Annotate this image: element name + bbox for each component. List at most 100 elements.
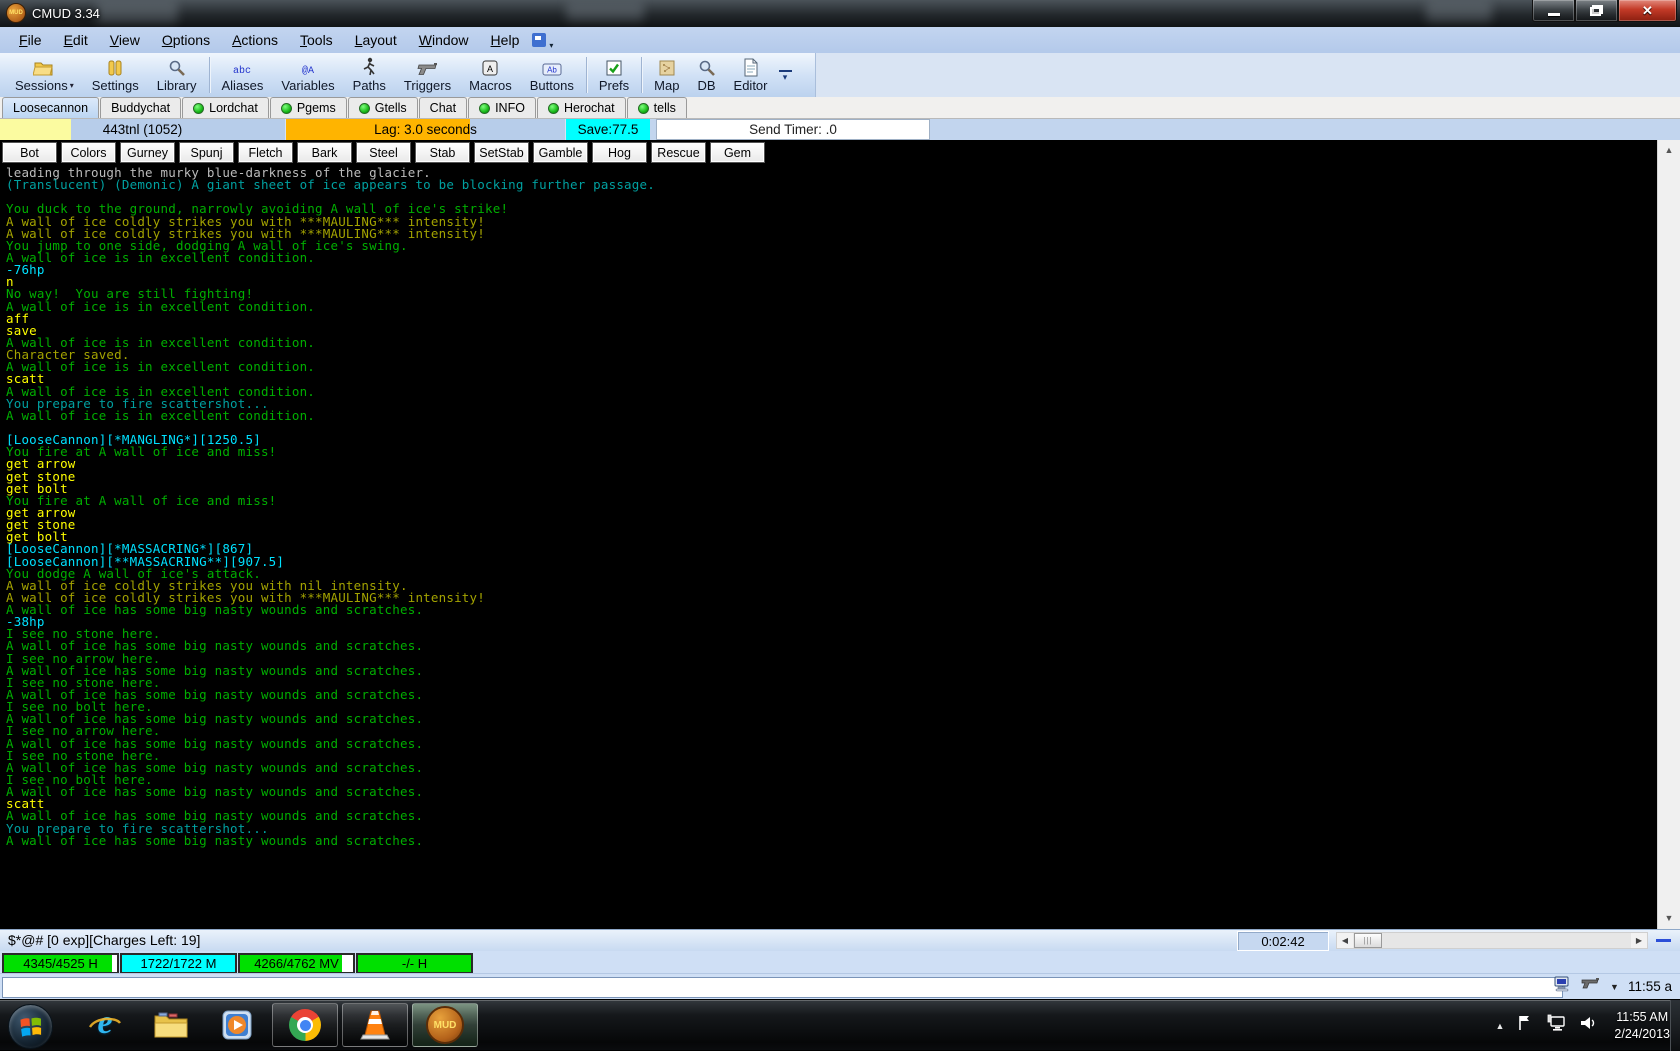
scroll-down-button[interactable]: ▼ bbox=[1658, 910, 1680, 927]
menu-file[interactable]: File bbox=[8, 29, 53, 51]
menu-view[interactable]: View bbox=[99, 29, 151, 51]
toolbar-variables-button[interactable]: @AVariables bbox=[272, 53, 343, 97]
start-button[interactable] bbox=[8, 1004, 53, 1049]
tray-time: 11:55 AM bbox=[1614, 1009, 1670, 1026]
background-window-ghost bbox=[96, 2, 178, 23]
toolbar-db-button[interactable]: DB bbox=[688, 53, 724, 97]
show-desktop-button[interactable] bbox=[1670, 1000, 1680, 1051]
command-input-bar: ▼ 11:55 a bbox=[0, 973, 1680, 999]
sessions-dropdown-icon[interactable]: ▾ bbox=[70, 81, 74, 90]
taskbar-internet-explorer-icon[interactable]: e bbox=[72, 1003, 138, 1047]
macro-button-hog[interactable]: Hog bbox=[592, 142, 647, 163]
toolbar-paths-button[interactable]: Paths bbox=[344, 53, 395, 97]
terminal-line: get stone bbox=[6, 471, 655, 483]
taskbar-chrome-icon[interactable] bbox=[272, 1003, 338, 1047]
macro-button-stab[interactable]: Stab bbox=[415, 142, 470, 163]
macro-button-colors[interactable]: Colors bbox=[61, 142, 116, 163]
macro-button-gem[interactable]: Gem bbox=[710, 142, 765, 163]
command-input[interactable] bbox=[2, 977, 1563, 998]
toolbar-sessions-button[interactable]: Sessions▾ bbox=[6, 53, 83, 97]
toolbar-label: Library bbox=[157, 78, 197, 93]
toolbar-overflow-icon[interactable]: ▾ bbox=[779, 70, 792, 81]
tnl-gauge-text: 443tnl (1052) bbox=[103, 122, 183, 137]
tray-volume-icon[interactable] bbox=[1579, 1014, 1597, 1037]
input-options-dropdown-icon[interactable]: ▼ bbox=[1610, 982, 1619, 992]
toolbar-triggers-button[interactable]: Triggers bbox=[395, 53, 460, 97]
toolbar-macros-button[interactable]: AMacros bbox=[460, 53, 521, 97]
menu-overflow-icon[interactable]: ▾ bbox=[532, 33, 546, 47]
svg-text:Ab: Ab bbox=[547, 65, 557, 74]
tab-activity-dot-icon bbox=[359, 103, 370, 114]
tab-buddychat[interactable]: Buddychat bbox=[100, 97, 181, 118]
toolbar-buttons-button[interactable]: AbButtons bbox=[521, 53, 583, 97]
tab-label: Chat bbox=[430, 101, 456, 115]
title-bar: MUD CMUD 3.34 ✕ bbox=[0, 0, 1680, 28]
tab-herochat[interactable]: Herochat bbox=[537, 97, 626, 118]
menu-actions[interactable]: Actions bbox=[221, 29, 289, 51]
tab-loosecannon[interactable]: Loosecannon bbox=[2, 97, 99, 118]
mud-output-window[interactable]: BotColorsGurneySpunjFletchBarkSteelStabS… bbox=[0, 140, 1680, 929]
toolbar-label: Settings bbox=[92, 78, 139, 93]
scroll-left-button[interactable]: ◀ bbox=[1337, 933, 1353, 948]
tray-action-center-flag-icon[interactable] bbox=[1517, 1014, 1533, 1037]
tab-info[interactable]: INFO bbox=[468, 97, 536, 118]
tab-tells[interactable]: tells bbox=[627, 97, 687, 118]
tab-lordchat[interactable]: Lordchat bbox=[182, 97, 269, 118]
toolbar-map-button[interactable]: Map bbox=[645, 53, 688, 97]
menu-layout[interactable]: Layout bbox=[344, 29, 408, 51]
terminal-line: You fire at A wall of ice and miss! bbox=[6, 446, 655, 458]
macro-button-bot[interactable]: Bot bbox=[2, 142, 57, 163]
tab-pgems[interactable]: Pgems bbox=[270, 97, 347, 118]
terminal-line: A wall of ice has some big nasty wounds … bbox=[6, 786, 655, 798]
toolbar-aliases-button[interactable]: abcAliases bbox=[213, 53, 273, 97]
tab-gtells[interactable]: Gtells bbox=[348, 97, 418, 118]
session-timer: 0:02:42 bbox=[1237, 931, 1329, 951]
trigger-gun-icon[interactable] bbox=[1581, 977, 1601, 996]
splitter-collapse-button[interactable] bbox=[1656, 939, 1671, 942]
toolbar-editor-button[interactable]: Editor bbox=[725, 53, 777, 97]
macro-button-gamble[interactable]: Gamble bbox=[533, 142, 588, 163]
macro-button-gurney[interactable]: Gurney bbox=[120, 142, 175, 163]
save-gauge-text: Save:77.5 bbox=[578, 122, 639, 137]
minimize-button[interactable] bbox=[1532, 0, 1575, 22]
toolbar-prefs-button[interactable]: Prefs bbox=[590, 53, 638, 97]
tab-chat[interactable]: Chat bbox=[419, 97, 467, 118]
scroll-right-button[interactable]: ▶ bbox=[1631, 933, 1647, 948]
taskbar-explorer-icon[interactable] bbox=[138, 1003, 204, 1047]
vertical-scrollbar[interactable]: ▲ ▼ bbox=[1657, 140, 1680, 929]
taskbar-media-player-icon[interactable] bbox=[204, 1003, 270, 1047]
toolbar-label: Sessions bbox=[15, 78, 68, 93]
tray-show-hidden-icons-icon[interactable]: ▲ bbox=[1495, 1021, 1504, 1031]
scrollbar-thumb[interactable]: ||| bbox=[1354, 933, 1382, 948]
vitals-gauge-label: 4345/4525 H bbox=[4, 955, 117, 972]
vitals-gauge-0: 4345/4525 H bbox=[2, 953, 119, 974]
taskbar-cmud-icon[interactable]: MUD bbox=[412, 1003, 478, 1047]
toolbar-library-button[interactable]: Library bbox=[148, 53, 206, 97]
horizontal-scrollbar[interactable]: ◀ ||| ▶ bbox=[1336, 932, 1648, 949]
tray-network-icon[interactable] bbox=[1546, 1014, 1566, 1037]
close-button[interactable]: ✕ bbox=[1618, 0, 1677, 22]
tab-activity-dot-icon bbox=[548, 103, 559, 114]
macro-button-spunj[interactable]: Spunj bbox=[179, 142, 234, 163]
tab-label: tells bbox=[654, 101, 676, 115]
toolbar-settings-button[interactable]: Settings bbox=[83, 53, 148, 97]
scroll-up-button[interactable]: ▲ bbox=[1658, 142, 1680, 159]
toolbar: Sessions▾SettingsLibraryabcAliases@AVari… bbox=[0, 53, 1680, 97]
toolbar-separator bbox=[586, 57, 587, 93]
taskbar-vlc-icon[interactable] bbox=[342, 1003, 408, 1047]
menu-options[interactable]: Options bbox=[151, 29, 221, 51]
menu-edit[interactable]: Edit bbox=[53, 29, 99, 51]
menu-help[interactable]: Help bbox=[480, 29, 531, 51]
menu-tools[interactable]: Tools bbox=[289, 29, 344, 51]
library-search-icon bbox=[168, 57, 186, 77]
menu-window[interactable]: Window bbox=[408, 29, 480, 51]
macro-button-steel[interactable]: Steel bbox=[356, 142, 411, 163]
terminal-line: A wall of ice is in excellent condition. bbox=[6, 252, 655, 264]
macro-button-rescue[interactable]: Rescue bbox=[651, 142, 706, 163]
macro-button-fletch[interactable]: Fletch bbox=[238, 142, 293, 163]
restore-button[interactable] bbox=[1575, 0, 1618, 22]
macro-button-bark[interactable]: Bark bbox=[297, 142, 352, 163]
tray-clock[interactable]: 11:55 AM 2/24/2013 bbox=[1614, 1009, 1670, 1043]
log-computer-icon[interactable] bbox=[1554, 976, 1572, 997]
macro-button-setstab[interactable]: SetStab bbox=[474, 142, 529, 163]
